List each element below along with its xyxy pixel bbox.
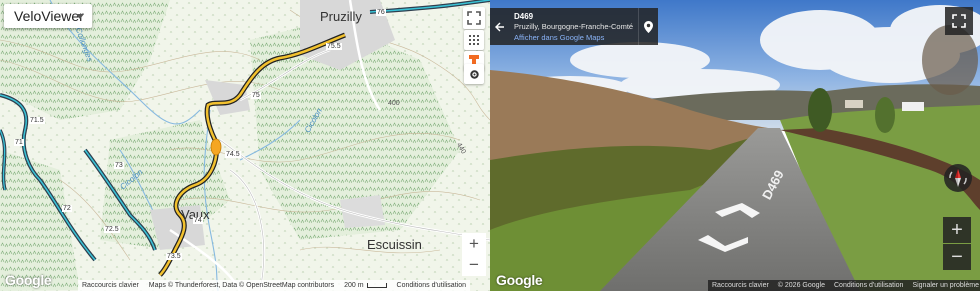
street-view-fullscreen-button[interactable] [945, 7, 973, 35]
gear-icon [469, 69, 479, 79]
house [902, 102, 924, 111]
terms-link[interactable]: Conditions d'utilisation [397, 282, 466, 289]
keyboard-shortcuts-link[interactable]: Raccourcis clavier [82, 282, 139, 289]
chevron-down-icon [76, 14, 84, 19]
fullscreen-button[interactable] [463, 7, 485, 29]
distance-marker: 71.5 [29, 117, 45, 124]
compass-icon [949, 169, 967, 187]
scale-label: 200 m [344, 282, 364, 289]
compass-control[interactable] [944, 164, 972, 192]
distance-marker: 74 [193, 217, 203, 224]
town-label-pruzilly: Pruzilly [320, 9, 362, 24]
distance-marker: 73 [114, 162, 124, 169]
terms-link[interactable]: Conditions d'utilisation [834, 282, 903, 289]
street-view-zoom-in-button[interactable]: + [943, 217, 971, 243]
open-in-google-maps-link[interactable]: Afficher dans Google Maps [514, 33, 604, 42]
map-pane[interactable]: Pruzilly Vaux Escuissin R. de Collonges … [0, 0, 490, 291]
scale-indicator: 200 m [344, 282, 387, 289]
back-button[interactable] [490, 8, 510, 45]
report-problem-link[interactable]: Signaler un problème [912, 282, 979, 289]
distance-marker: 72 [62, 205, 72, 212]
map-layer-select[interactable]: VeloViewer [4, 4, 92, 28]
distance-marker: 74.5 [225, 151, 241, 158]
map-zoom-out-button[interactable]: − [462, 254, 486, 276]
arrow-left-icon [495, 22, 504, 31]
fullscreen-icon [952, 14, 966, 28]
map-layer-select-label: VeloViewer [14, 8, 84, 24]
map-attribution-bar: Raccourcis clavier Maps © Thunderforest,… [78, 280, 470, 291]
grid-button[interactable] [464, 30, 484, 50]
street-view-pane[interactable]: D469 D469 Pruzilly, Bourgogne-Franche-Co… [490, 0, 980, 291]
copyright-text: © 2026 Google [777, 282, 825, 289]
google-logo: Google [496, 272, 543, 288]
distance-marker: 75.5 [326, 43, 342, 50]
street-view-address-card: D469 Pruzilly, Bourgogne-Franche-Comté A… [490, 8, 658, 45]
settings-button[interactable] [464, 64, 484, 84]
google-logo: Google [5, 272, 52, 288]
road-name: D469 [514, 12, 534, 21]
distance-marker: 71 [14, 139, 24, 146]
grid-icon [469, 35, 479, 45]
house [845, 100, 863, 108]
distance-marker: 72.5 [104, 226, 120, 233]
distance-marker: 75 [251, 92, 261, 99]
fullscreen-icon [467, 11, 481, 25]
pegman-marker[interactable] [210, 138, 222, 156]
keyboard-shortcuts-link[interactable]: Raccourcis clavier [712, 282, 769, 289]
town-label-escuissin: Escuissin [367, 237, 422, 252]
location-pin-icon [644, 20, 653, 33]
location-pin-button[interactable] [638, 8, 658, 45]
place-name: Pruzilly, Bourgogne-Franche-Comté [514, 22, 634, 31]
scale-bar [366, 282, 387, 288]
map-data-credit: Maps © Thunderforest, Data © OpenStreetM… [148, 282, 335, 289]
street-view-attribution-bar: Raccourcis clavier © 2026 Google Conditi… [708, 280, 980, 291]
map-zoom-in-button[interactable]: + [462, 233, 486, 255]
distance-marker: 76 [376, 9, 386, 16]
elevation-label: 400 [388, 100, 400, 107]
distance-marker: 73.5 [166, 253, 182, 260]
street-view-zoom-out-button[interactable]: − [943, 244, 971, 270]
